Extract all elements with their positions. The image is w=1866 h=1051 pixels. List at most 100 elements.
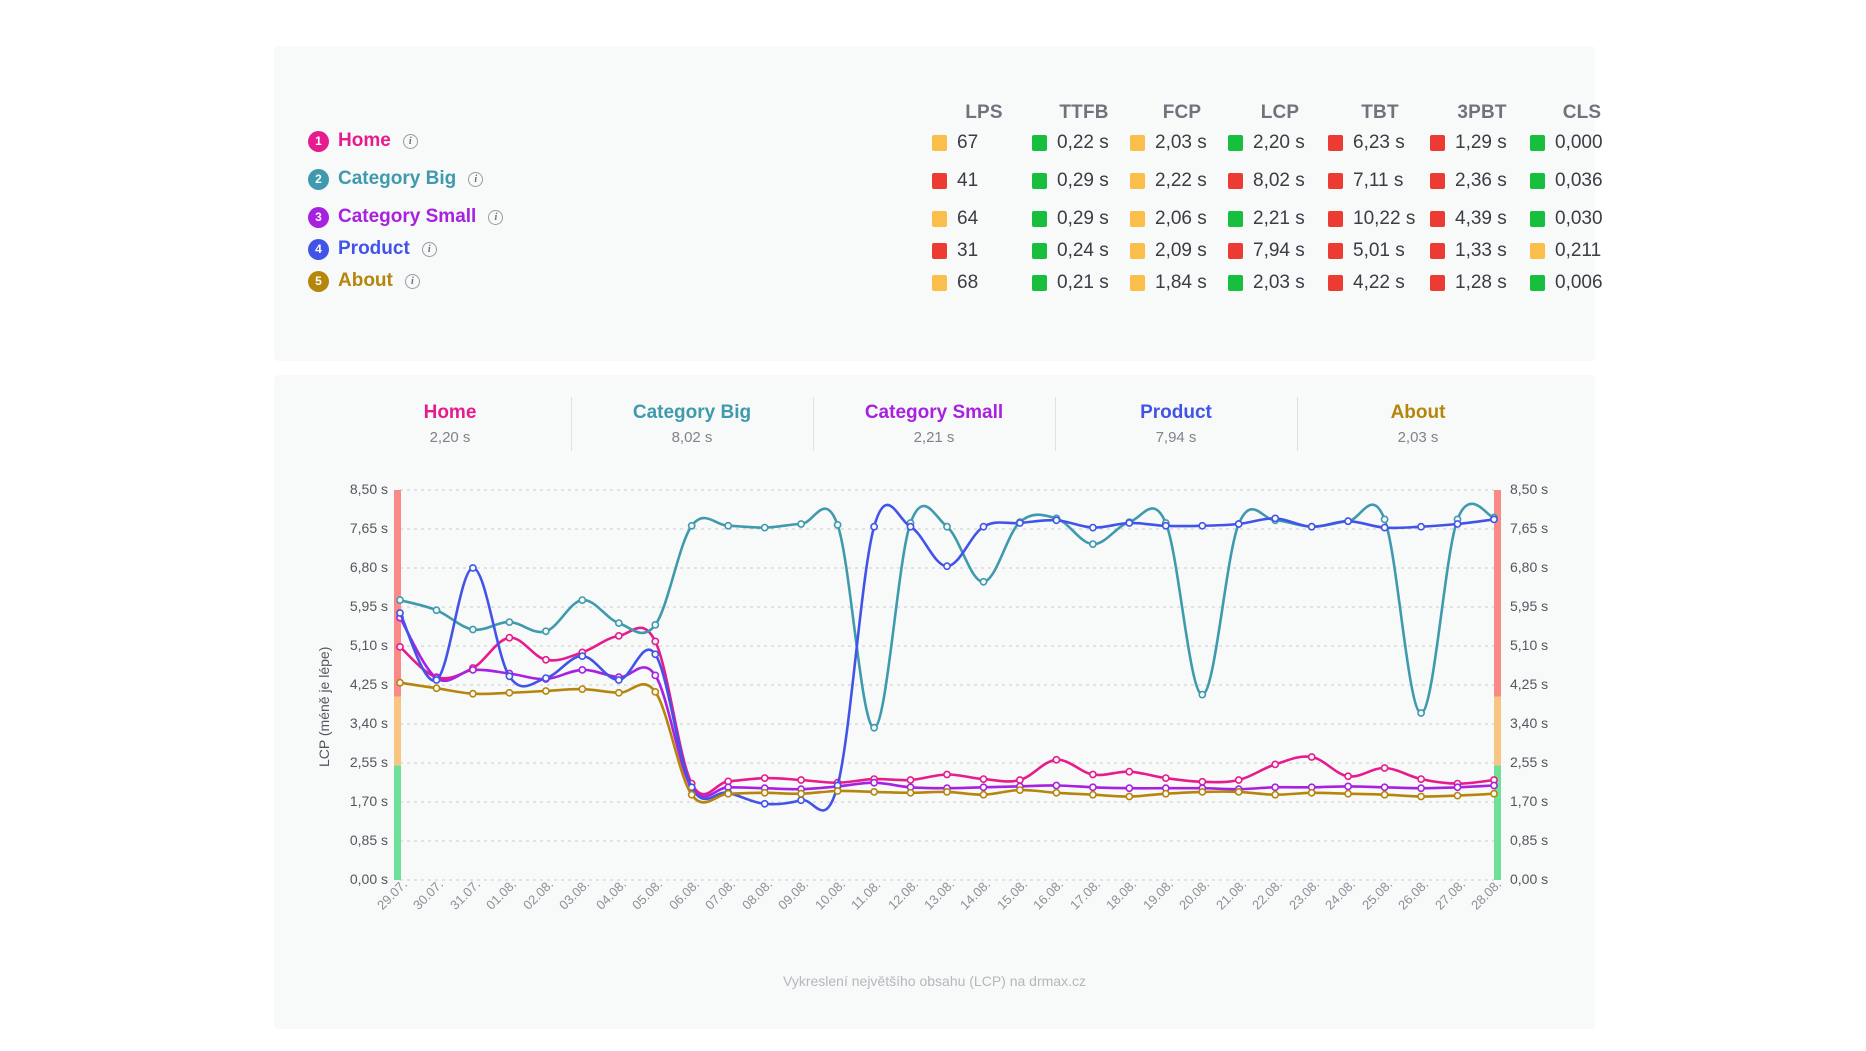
- data-point[interactable]: [1272, 792, 1278, 798]
- data-point[interactable]: [1309, 754, 1315, 760]
- data-point[interactable]: [725, 523, 731, 529]
- data-point[interactable]: [762, 775, 768, 781]
- data-point[interactable]: [1090, 784, 1096, 790]
- data-point[interactable]: [980, 784, 986, 790]
- data-point[interactable]: [980, 579, 986, 585]
- data-point[interactable]: [470, 667, 476, 673]
- data-point[interactable]: [980, 792, 986, 798]
- data-point[interactable]: [543, 628, 549, 634]
- data-point[interactable]: [762, 801, 768, 807]
- data-point[interactable]: [907, 777, 913, 783]
- data-point[interactable]: [579, 653, 585, 659]
- info-icon[interactable]: i: [403, 134, 418, 149]
- data-point[interactable]: [1272, 784, 1278, 790]
- data-point[interactable]: [1090, 525, 1096, 531]
- data-point[interactable]: [1272, 515, 1278, 521]
- data-point[interactable]: [1017, 787, 1023, 793]
- data-point[interactable]: [871, 789, 877, 795]
- data-point[interactable]: [1382, 516, 1388, 522]
- page-row-label-home[interactable]: 1Homei: [308, 130, 418, 152]
- data-point[interactable]: [1199, 789, 1205, 795]
- data-point[interactable]: [1454, 784, 1460, 790]
- data-point[interactable]: [397, 680, 403, 686]
- data-point[interactable]: [1382, 784, 1388, 790]
- data-point[interactable]: [616, 620, 622, 626]
- data-point[interactable]: [1345, 518, 1351, 524]
- data-point[interactable]: [1272, 761, 1278, 767]
- data-point[interactable]: [1017, 777, 1023, 783]
- data-point[interactable]: [725, 791, 731, 797]
- data-point[interactable]: [1053, 757, 1059, 763]
- data-point[interactable]: [1491, 791, 1497, 797]
- data-point[interactable]: [1418, 776, 1424, 782]
- data-point[interactable]: [1382, 765, 1388, 771]
- chart-tab-about[interactable]: About2,03 s: [1297, 393, 1539, 455]
- data-point[interactable]: [798, 777, 804, 783]
- data-point[interactable]: [1454, 793, 1460, 799]
- data-point[interactable]: [1491, 782, 1497, 788]
- page-row-label-about[interactable]: 5Abouti: [308, 270, 420, 292]
- data-point[interactable]: [1090, 771, 1096, 777]
- data-point[interactable]: [616, 633, 622, 639]
- data-point[interactable]: [1126, 793, 1132, 799]
- page-row-label-category-big[interactable]: 2Category Bigi: [308, 168, 483, 190]
- data-point[interactable]: [506, 635, 512, 641]
- info-icon[interactable]: i: [488, 210, 503, 225]
- data-point[interactable]: [397, 644, 403, 650]
- data-point[interactable]: [1090, 792, 1096, 798]
- chart-tab-category-big[interactable]: Category Big8,02 s: [571, 393, 813, 455]
- page-row-label-product[interactable]: 4Producti: [308, 238, 437, 260]
- data-point[interactable]: [616, 677, 622, 683]
- data-point[interactable]: [1236, 777, 1242, 783]
- data-point[interactable]: [652, 689, 658, 695]
- data-point[interactable]: [579, 686, 585, 692]
- page-row-label-category-small[interactable]: 3Category Smalli: [308, 206, 503, 228]
- data-point[interactable]: [652, 672, 658, 678]
- data-point[interactable]: [1236, 789, 1242, 795]
- data-point[interactable]: [1053, 782, 1059, 788]
- data-point[interactable]: [1382, 792, 1388, 798]
- data-point[interactable]: [433, 607, 439, 613]
- data-point[interactable]: [506, 690, 512, 696]
- data-point[interactable]: [1053, 790, 1059, 796]
- data-point[interactable]: [397, 610, 403, 616]
- data-point[interactable]: [980, 776, 986, 782]
- data-point[interactable]: [543, 675, 549, 681]
- data-point[interactable]: [1090, 541, 1096, 547]
- data-point[interactable]: [652, 651, 658, 657]
- data-point[interactable]: [1199, 779, 1205, 785]
- data-point[interactable]: [689, 792, 695, 798]
- data-point[interactable]: [798, 797, 804, 803]
- data-point[interactable]: [1309, 524, 1315, 530]
- data-point[interactable]: [907, 790, 913, 796]
- data-point[interactable]: [470, 565, 476, 571]
- data-point[interactable]: [1345, 783, 1351, 789]
- data-point[interactable]: [762, 790, 768, 796]
- data-point[interactable]: [1418, 793, 1424, 799]
- data-point[interactable]: [1418, 524, 1424, 530]
- data-point[interactable]: [1199, 692, 1205, 698]
- data-point[interactable]: [1345, 773, 1351, 779]
- data-point[interactable]: [397, 597, 403, 603]
- data-point[interactable]: [944, 524, 950, 530]
- data-point[interactable]: [616, 690, 622, 696]
- data-point[interactable]: [543, 657, 549, 663]
- data-point[interactable]: [1418, 785, 1424, 791]
- data-point[interactable]: [470, 626, 476, 632]
- info-icon[interactable]: i: [468, 172, 483, 187]
- data-point[interactable]: [689, 523, 695, 529]
- data-point[interactable]: [652, 638, 658, 644]
- data-point[interactable]: [944, 789, 950, 795]
- data-point[interactable]: [1126, 520, 1132, 526]
- data-point[interactable]: [944, 771, 950, 777]
- data-point[interactable]: [871, 725, 877, 731]
- info-icon[interactable]: i: [405, 274, 420, 289]
- data-point[interactable]: [835, 522, 841, 528]
- data-point[interactable]: [1053, 517, 1059, 523]
- data-point[interactable]: [871, 524, 877, 530]
- data-point[interactable]: [433, 677, 439, 683]
- data-point[interactable]: [433, 685, 439, 691]
- data-point[interactable]: [1163, 775, 1169, 781]
- data-point[interactable]: [543, 688, 549, 694]
- data-point[interactable]: [871, 780, 877, 786]
